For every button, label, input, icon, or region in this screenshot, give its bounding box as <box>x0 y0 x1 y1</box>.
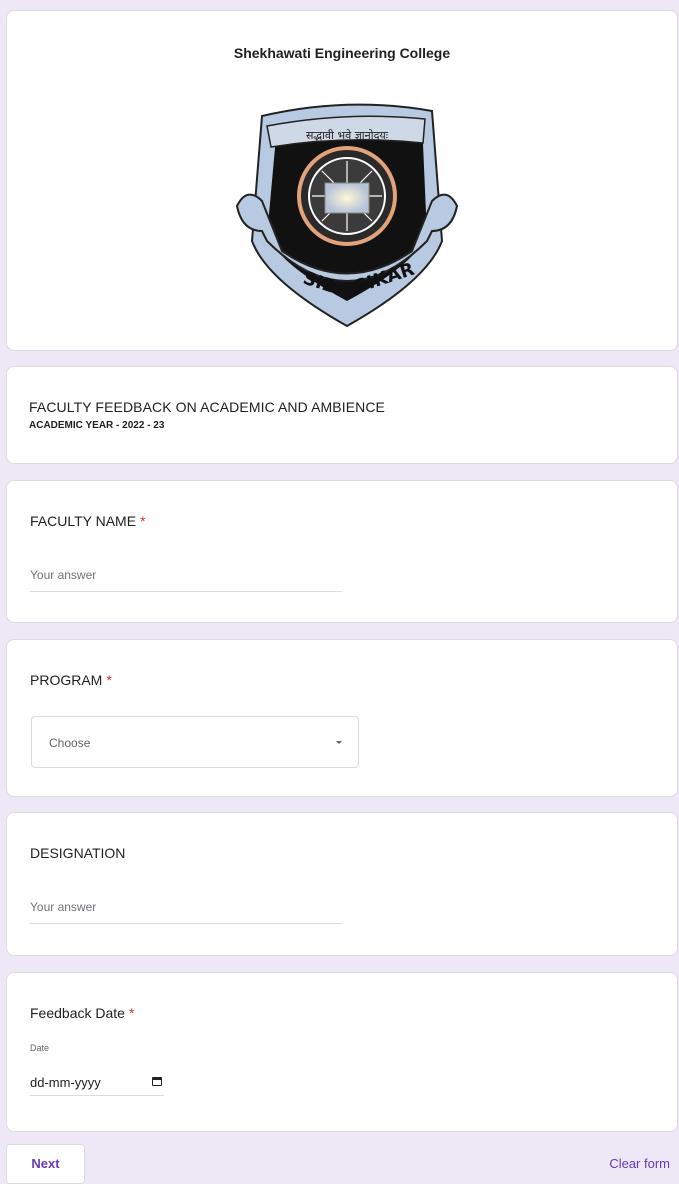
feedback-date-label-text: Feedback Date <box>30 1005 125 1021</box>
logo-motto: सद्भावी भवे ज्ञानोदयः <box>306 129 389 142</box>
question-feedback-date: Feedback Date * Date dd-mm-yyyy <box>6 972 678 1132</box>
program-label: PROGRAM * <box>30 672 112 688</box>
college-name: Shekhawati Engineering College <box>233 45 451 61</box>
feedback-date-input[interactable]: dd-mm-yyyy <box>30 1073 164 1096</box>
question-faculty-name: FACULTY NAME * Your answer <box>6 480 678 623</box>
question-program: PROGRAM * Choose <box>6 639 678 797</box>
clear-form-link[interactable]: Clear form <box>609 1156 670 1171</box>
dropdown-arrow-icon <box>336 741 342 744</box>
designation-placeholder: Your answer <box>30 900 97 914</box>
program-select[interactable]: Choose <box>31 716 359 768</box>
question-designation: DESIGNATION Your answer <box>6 812 678 956</box>
form-title-card: FACULTY FEEDBACK ON ACADEMIC AND AMBIENC… <box>6 366 678 464</box>
form-title: FACULTY FEEDBACK ON ACADEMIC AND AMBIENC… <box>29 399 385 415</box>
college-logo: सद्भावी भवे ज्ञानोदयः SIET SIKAR <box>235 103 459 328</box>
required-mark: * <box>128 1005 135 1021</box>
faculty-name-label-text: FACULTY NAME <box>30 513 137 529</box>
required-mark: * <box>140 513 146 529</box>
designation-label: DESIGNATION <box>30 845 126 861</box>
program-label-text: PROGRAM <box>30 672 103 688</box>
faculty-name-placeholder: Your answer <box>30 568 97 582</box>
calendar-icon[interactable] <box>152 1077 162 1086</box>
next-button[interactable]: Next <box>6 1144 85 1184</box>
feedback-date-label: Feedback Date * <box>30 1005 134 1021</box>
faculty-name-label: FACULTY NAME * <box>30 513 146 529</box>
form-subtitle: ACADEMIC YEAR - 2022 - 23 <box>29 420 165 431</box>
program-select-value: Choose <box>49 736 91 750</box>
required-mark: * <box>106 672 112 688</box>
date-value: dd-mm-yyyy <box>30 1075 101 1090</box>
date-sublabel: Date <box>30 1043 50 1053</box>
faculty-name-input[interactable]: Your answer <box>30 566 342 592</box>
designation-input[interactable]: Your answer <box>30 898 342 924</box>
header-card: Shekhawati Engineering College सद्भावी भ… <box>6 10 678 351</box>
